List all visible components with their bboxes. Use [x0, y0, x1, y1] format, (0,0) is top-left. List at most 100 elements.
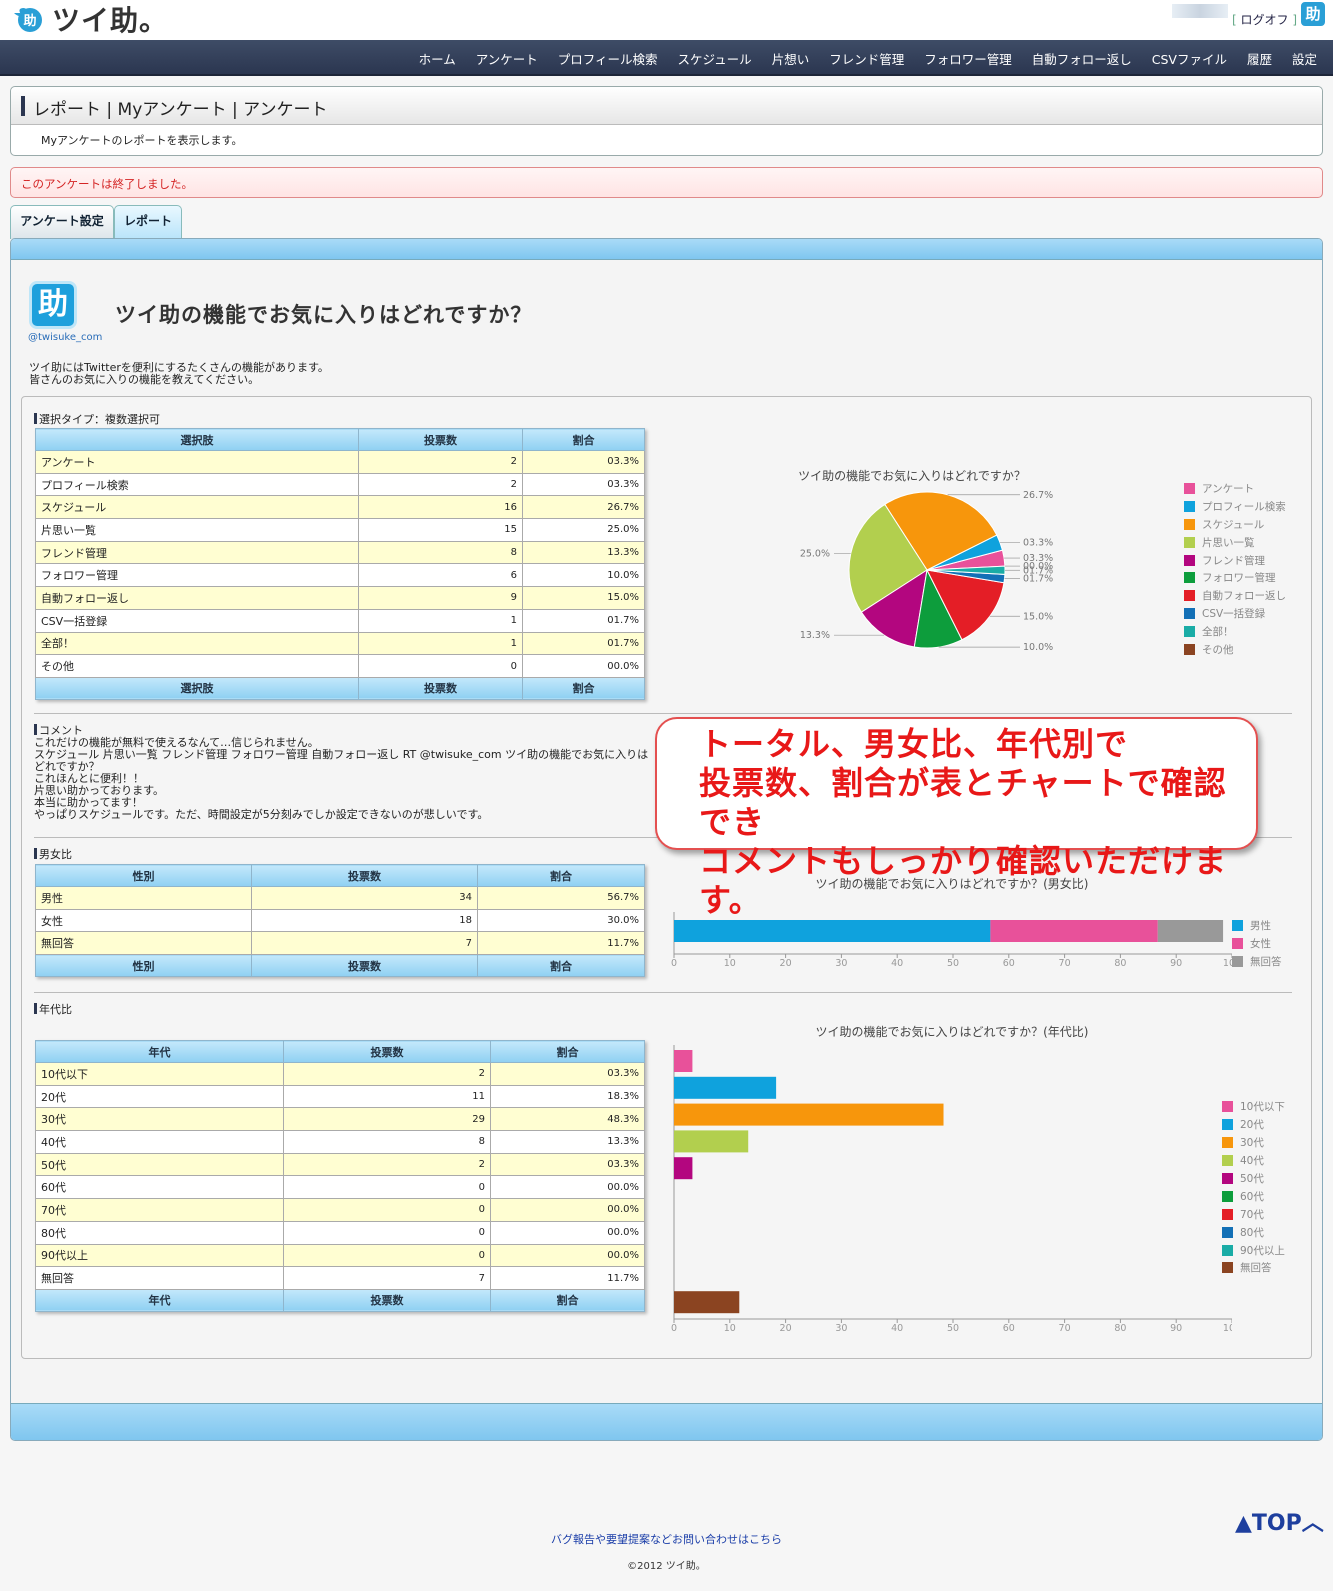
cell-ratio: 25.0% [522, 518, 645, 542]
col-header-choice[interactable]: 選択肢 [35, 428, 359, 451]
age-chart: 0 10 20 30 40 50 60 70 80 90 100 [671, 1045, 1232, 1334]
legend-swatch [1222, 1101, 1233, 1113]
legend-label: 女性 [1250, 937, 1271, 950]
col-header-ratio[interactable]: 割合 [490, 1040, 645, 1063]
tab-report[interactable]: レポート [114, 205, 182, 239]
tab-survey-settings[interactable]: アンケート設定 [10, 205, 114, 239]
cell-label: 70代 [35, 1198, 284, 1222]
pie-data-label: 03.3% [1023, 537, 1053, 548]
cell-ratio: 11.7% [477, 931, 645, 956]
divider [34, 992, 1292, 993]
pie-chart: 03.3%03.3%26.7%25.0%13.3%10.0%15.0%01.7%… [800, 490, 1053, 653]
pie-legend: アンケート プロフィール検索 スケジュール 片思い一覧 フレンド管理 フォロワー管理 自動フ… [1184, 480, 1286, 658]
x-tick-label: 90 [1170, 958, 1182, 969]
nav-item-csv[interactable]: CSVファイル [1142, 49, 1237, 68]
table-row: 40代 8 13.3% [35, 1130, 645, 1154]
table-header-row: 選択肢 投票数 割合 [35, 428, 645, 451]
comment-item: スケジュール 片思い一覧 フレンド管理 フォロワー管理 自動フォロー返し RT … [34, 748, 649, 761]
app-name: ツイ助。 [52, 4, 169, 37]
x-tick-label: 0 [671, 1323, 677, 1334]
nav-item-survey[interactable]: アンケート [466, 49, 548, 68]
nav-item-auto-follow[interactable]: 自動フォロー返し [1022, 49, 1142, 68]
legend-label: 自動フォロー返し [1202, 590, 1286, 603]
nav-item-friends[interactable]: フレンド管理 [819, 49, 914, 68]
x-tick-label: 100 [1223, 1323, 1232, 1334]
col-header-age[interactable]: 年代 [35, 1040, 284, 1063]
legend-swatch [1222, 1119, 1233, 1131]
cell-votes: 1 [358, 608, 523, 633]
legend-label: 70代 [1240, 1208, 1264, 1221]
cell-votes: 6 [358, 563, 523, 588]
nav-item-home[interactable]: ホーム [409, 49, 466, 68]
question-title: ツイ助の機能でお気に入りはどれですか？ [115, 303, 533, 327]
nav-item-crush[interactable]: 片想い [762, 49, 820, 68]
section-label-gender: 男女比 [34, 846, 72, 862]
cell-votes: 8 [358, 540, 523, 565]
callout-line: トータル、男女比、年代別で [699, 725, 1129, 763]
nav-item-settings[interactable]: 設定 [1282, 49, 1327, 68]
cell-ratio: 15.0% [522, 586, 645, 610]
nav-item-profile-search[interactable]: プロフィール検索 [548, 49, 668, 68]
stacked-bar-segment [990, 920, 1158, 942]
x-tick-label: 0 [671, 958, 677, 969]
legend-swatch [1184, 501, 1195, 513]
user-avatar-icon[interactable]: 助 [1301, 2, 1325, 26]
x-tick-label: 60 [1003, 958, 1015, 969]
table-row: 10代以下 2 03.3% [35, 1062, 645, 1086]
x-tick-label: 20 [780, 958, 792, 969]
legend-label: 90代以上 [1240, 1244, 1285, 1257]
col-footer-ratio: 割合 [490, 1288, 645, 1312]
cell-label: 40代 [35, 1130, 284, 1154]
col-header-votes[interactable]: 投票数 [251, 864, 478, 887]
cell-label: 30代 [35, 1107, 284, 1132]
legend-label: 無回答 [1240, 1262, 1272, 1275]
col-header-votes[interactable]: 投票数 [283, 1040, 491, 1063]
legend-label: 10代以下 [1240, 1101, 1285, 1114]
x-tick-label: 10 [724, 1323, 736, 1334]
cell-label: フォロワー管理 [35, 563, 359, 588]
cell-label: 80代 [35, 1220, 284, 1245]
col-header-votes[interactable]: 投票数 [358, 428, 523, 451]
cell-votes: 0 [283, 1243, 491, 1268]
legend-item: スケジュール [1184, 516, 1286, 534]
legend-swatch [1184, 625, 1195, 637]
cell-votes: 7 [283, 1266, 491, 1290]
logout-link[interactable]: [ ログオフ ] [1232, 11, 1297, 28]
table-row: 無回答 7 11.7% [35, 931, 645, 956]
nav-item-history[interactable]: 履歴 [1237, 49, 1282, 68]
pie-data-label: 00.0% [1023, 561, 1053, 572]
age-table: 年代 投票数 割合 10代以下 2 03.3% 20代 11 18.3% 30代 29 48.3… [35, 1040, 645, 1312]
nav-item-schedule[interactable]: スケジュール [668, 49, 762, 68]
table-header-row: 性別 投票数 割合 [35, 864, 645, 887]
choice-table: 選択肢 投票数 割合 アンケート 2 03.3% プロフィール検索 2 03.3% スケジュ… [35, 428, 645, 700]
col-header-ratio[interactable]: 割合 [522, 428, 645, 451]
table-row: 60代 0 00.0% [35, 1175, 645, 1200]
bar [674, 1130, 749, 1153]
contact-link[interactable]: バグ報告や要望提案などお問い合わせはこちら [0, 1531, 1333, 1547]
table-row: 70代 0 00.0% [35, 1198, 645, 1222]
nav-item-followers[interactable]: フォロワー管理 [914, 49, 1022, 68]
col-footer-age: 年代 [35, 1288, 284, 1312]
col-header-ratio[interactable]: 割合 [477, 864, 645, 887]
cell-ratio: 00.0% [490, 1198, 645, 1222]
cell-label: その他 [35, 654, 359, 678]
cell-votes: 11 [283, 1084, 491, 1109]
cell-ratio: 48.3% [490, 1107, 645, 1132]
cell-votes: 0 [358, 654, 523, 678]
section-label-choices-text: 選択タイプ：複数選択可 [39, 413, 160, 426]
app-logo[interactable]: 助 ツイ助。 [8, 2, 169, 37]
cell-ratio: 26.7% [522, 495, 645, 520]
col-header-gender[interactable]: 性別 [35, 864, 252, 887]
legend-swatch [1232, 955, 1243, 967]
question-owner-handle[interactable]: @twisuke_com [28, 332, 102, 343]
legend-swatch [1232, 919, 1243, 931]
panel-bottom-band [11, 1403, 1322, 1440]
cell-ratio: 13.3% [522, 540, 645, 565]
logout-label[interactable]: ログオフ [1240, 13, 1288, 27]
legend-label: フォロワー管理 [1202, 572, 1276, 585]
cell-ratio: 00.0% [522, 654, 645, 678]
pie-data-label: 25.0% [800, 548, 830, 559]
x-tick-label: 60 [1003, 1323, 1015, 1334]
gender-legend: 男性 女性 無回答 [1232, 916, 1282, 970]
cell-label: 20代 [35, 1084, 284, 1109]
